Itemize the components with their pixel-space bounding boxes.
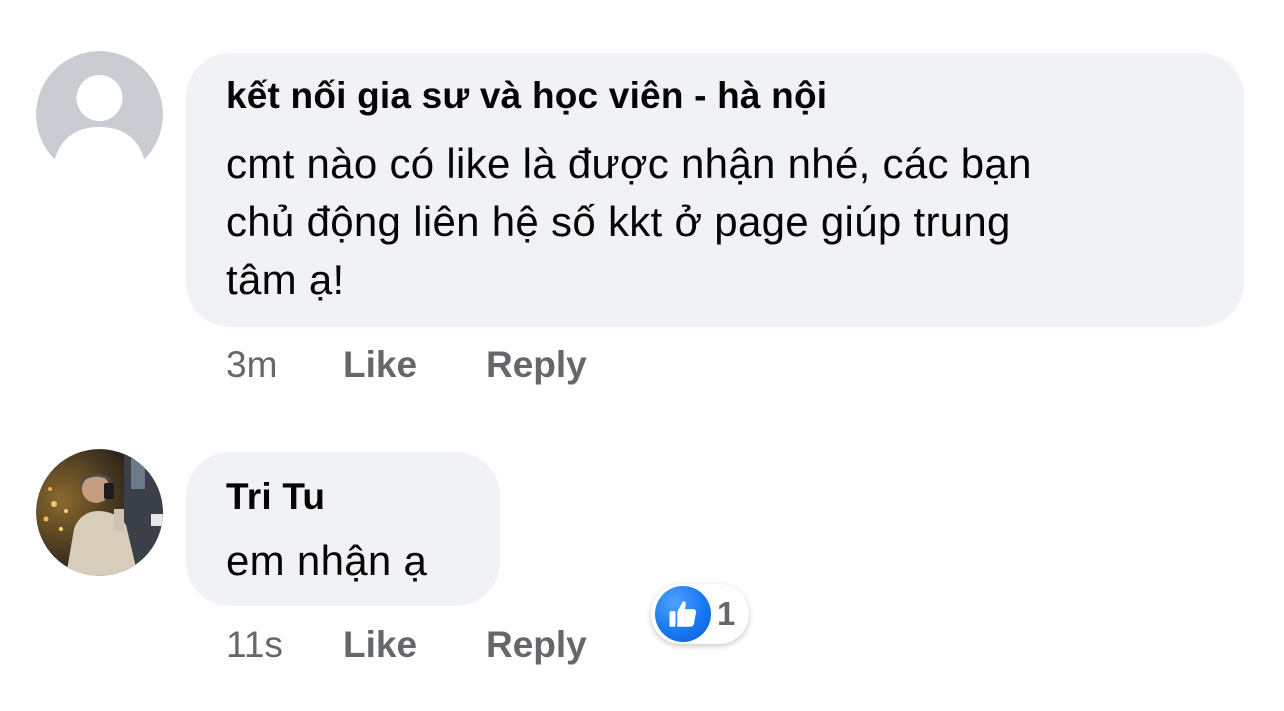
thumbs-up-icon [655,586,711,642]
default-profile-icon [36,51,163,178]
like-button[interactable]: Like [343,344,486,386]
comment-author[interactable]: Tri Tu [226,476,325,518]
comment-text: em nhận ạ [226,532,427,590]
avatar-default[interactable] [36,51,163,178]
avatar-user-photo[interactable] [36,449,163,576]
comment-bubble: Tri Tu em nhận ạ [186,452,500,606]
reaction-count: 1 [717,595,736,632]
comment-bubble: kết nối gia sư và học viên - hà nội cmt … [186,53,1244,327]
comment-timestamp[interactable]: 3m [226,344,343,386]
comment-actions: 3m Like Reply [226,344,587,386]
reaction-summary[interactable]: 1 [651,584,750,644]
comment-text-line: tâm ạ! [226,256,345,303]
user-photo [36,449,163,576]
reply-button[interactable]: Reply [486,344,587,386]
comment-timestamp[interactable]: 11s [226,624,343,666]
comment-text-line: chủ động liên hệ số kkt ở page giúp trun… [226,198,1011,245]
like-button[interactable]: Like [343,624,486,666]
comment-text: cmt nào có like là được nhận nhé, các bạ… [226,135,1032,309]
comment-actions: 11s Like Reply [226,624,587,666]
comment-text-line: em nhận ạ [226,537,428,584]
reply-button[interactable]: Reply [486,624,587,666]
comment-author[interactable]: kết nối gia sư và học viên - hà nội [226,75,827,117]
comment-text-line: cmt nào có like là được nhận nhé, các bạ… [226,140,1032,187]
